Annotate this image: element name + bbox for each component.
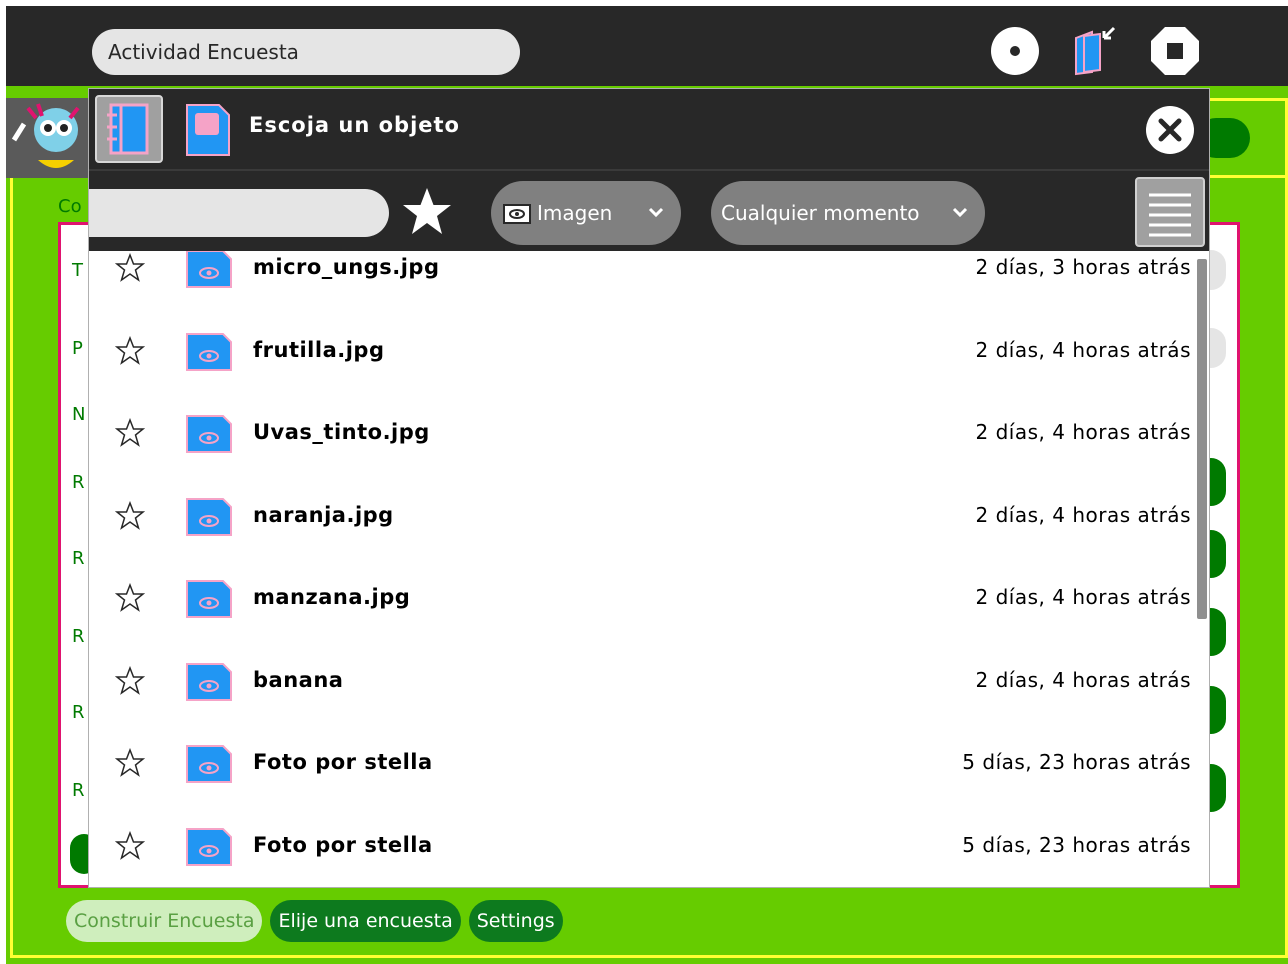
object-name: frutilla.jpg <box>253 337 385 362</box>
image-type-icon <box>503 204 531 224</box>
object-list-row[interactable]: naranja.jpg 2 días, 4 horas atrás <box>89 477 1195 559</box>
object-timestamp: 5 días, 23 horas atrás <box>962 832 1191 857</box>
activity-tab-bar: Construir Encuesta Elije una encuesta Se… <box>66 900 563 944</box>
object-chooser-dialog: Escoja un objeto Imagen Cualquier moment… <box>88 88 1210 888</box>
tab-elije-encuesta[interactable]: Elije una encuesta <box>270 900 461 942</box>
object-list-row[interactable]: Uvas_tinto.jpg 2 días, 4 horas atrás <box>89 394 1195 476</box>
object-name: Foto por stella <box>253 750 433 774</box>
chevron-down-icon <box>952 207 968 218</box>
image-file-icon <box>186 662 232 701</box>
time-filter-label: Cualquier momento <box>721 201 920 225</box>
favorites-star-icon[interactable] <box>399 185 455 241</box>
search-input[interactable] <box>89 189 389 237</box>
type-filter-select[interactable]: Imagen <box>491 181 681 245</box>
stop-icon[interactable] <box>1148 24 1202 78</box>
bg-label: R <box>72 472 85 493</box>
favorite-star-icon[interactable] <box>115 830 145 861</box>
list-view-button[interactable] <box>1135 177 1205 247</box>
activity-title-input[interactable]: Actividad Encuesta <box>92 29 520 75</box>
favorite-star-icon[interactable] <box>115 500 145 531</box>
image-file-icon <box>186 251 232 288</box>
object-name: Uvas_tinto.jpg <box>253 420 430 444</box>
sd-card-icon[interactable] <box>179 101 235 159</box>
bg-label: R <box>72 780 85 801</box>
image-file-icon <box>186 415 232 453</box>
favorite-star-icon[interactable] <box>115 665 145 696</box>
chooser-header: Escoja un objeto <box>89 89 1209 169</box>
type-filter-label: Imagen <box>537 201 613 225</box>
journal-icon <box>107 103 149 155</box>
object-list-row[interactable]: Foto por stella 5 días, 23 horas atrás <box>89 724 1195 806</box>
object-name: micro_ungs.jpg <box>253 255 440 279</box>
favorite-star-icon[interactable] <box>115 583 145 613</box>
object-list-row[interactable]: frutilla.jpg 2 días, 4 horas atrás <box>89 312 1195 394</box>
image-file-icon <box>186 332 232 371</box>
time-filter-select[interactable]: Cualquier momento <box>711 181 985 245</box>
object-list-row[interactable]: micro_ungs.jpg 2 días, 3 horas atrás <box>89 251 1195 311</box>
object-list-row[interactable]: banana 2 días, 4 horas atrás <box>89 642 1195 724</box>
activity-logo <box>8 100 90 176</box>
object-name: manzana.jpg <box>253 585 411 609</box>
bg-label: N <box>72 404 86 425</box>
tab-construir-encuesta[interactable]: Construir Encuesta <box>66 900 263 942</box>
favorite-star-icon[interactable] <box>115 253 145 283</box>
object-list-row[interactable]: manzana.jpg 2 días, 4 horas atrás <box>89 559 1195 641</box>
object-name: Foto por stella <box>253 832 433 857</box>
favorite-star-icon[interactable] <box>115 748 145 778</box>
object-timestamp: 2 días, 3 horas atrás <box>975 255 1191 279</box>
bg-label: R <box>72 626 85 647</box>
chooser-filter-bar: Imagen Cualquier momento <box>89 169 1209 251</box>
object-timestamp: 2 días, 4 horas atrás <box>975 337 1191 362</box>
image-file-icon <box>186 745 232 783</box>
bg-label: P <box>72 338 83 359</box>
close-icon[interactable] <box>1143 103 1197 157</box>
object-name: banana <box>253 667 344 692</box>
screen: Actividad Encuesta Co T P N R R R R R Co… <box>0 0 1288 964</box>
scrollbar-thumb[interactable] <box>1197 259 1207 619</box>
chevron-down-icon <box>648 207 664 218</box>
bg-label: T <box>72 260 83 281</box>
object-list: micro_ungs.jpg 2 días, 3 horas atrás fruti… <box>89 251 1209 887</box>
object-timestamp: 2 días, 4 horas atrás <box>975 667 1191 692</box>
bg-label: Co <box>58 196 82 217</box>
activity-toolbar: Actividad Encuesta <box>6 6 1288 86</box>
list-view-icon <box>1149 193 1191 237</box>
object-timestamp: 5 días, 23 horas atrás <box>962 750 1191 774</box>
chooser-title: Escoja un objeto <box>249 113 460 137</box>
object-list-row[interactable]: Foto por stella 5 días, 23 horas atrás <box>89 807 1195 888</box>
bg-label: R <box>72 702 85 723</box>
object-timestamp: 2 días, 4 horas atrás <box>975 420 1191 444</box>
object-name: naranja.jpg <box>253 502 394 527</box>
journal-return-icon[interactable] <box>1066 24 1120 78</box>
image-file-icon <box>186 497 232 536</box>
object-timestamp: 2 días, 4 horas atrás <box>975 585 1191 609</box>
tab-settings[interactable]: Settings <box>468 900 563 942</box>
record-icon[interactable] <box>988 24 1042 78</box>
favorite-star-icon[interactable] <box>115 335 145 366</box>
bg-label: R <box>72 548 85 569</box>
journal-source-button[interactable] <box>95 95 163 163</box>
image-file-icon <box>186 827 232 866</box>
favorite-star-icon[interactable] <box>115 418 145 448</box>
object-timestamp: 2 días, 4 horas atrás <box>975 502 1191 527</box>
image-file-icon <box>186 580 232 618</box>
